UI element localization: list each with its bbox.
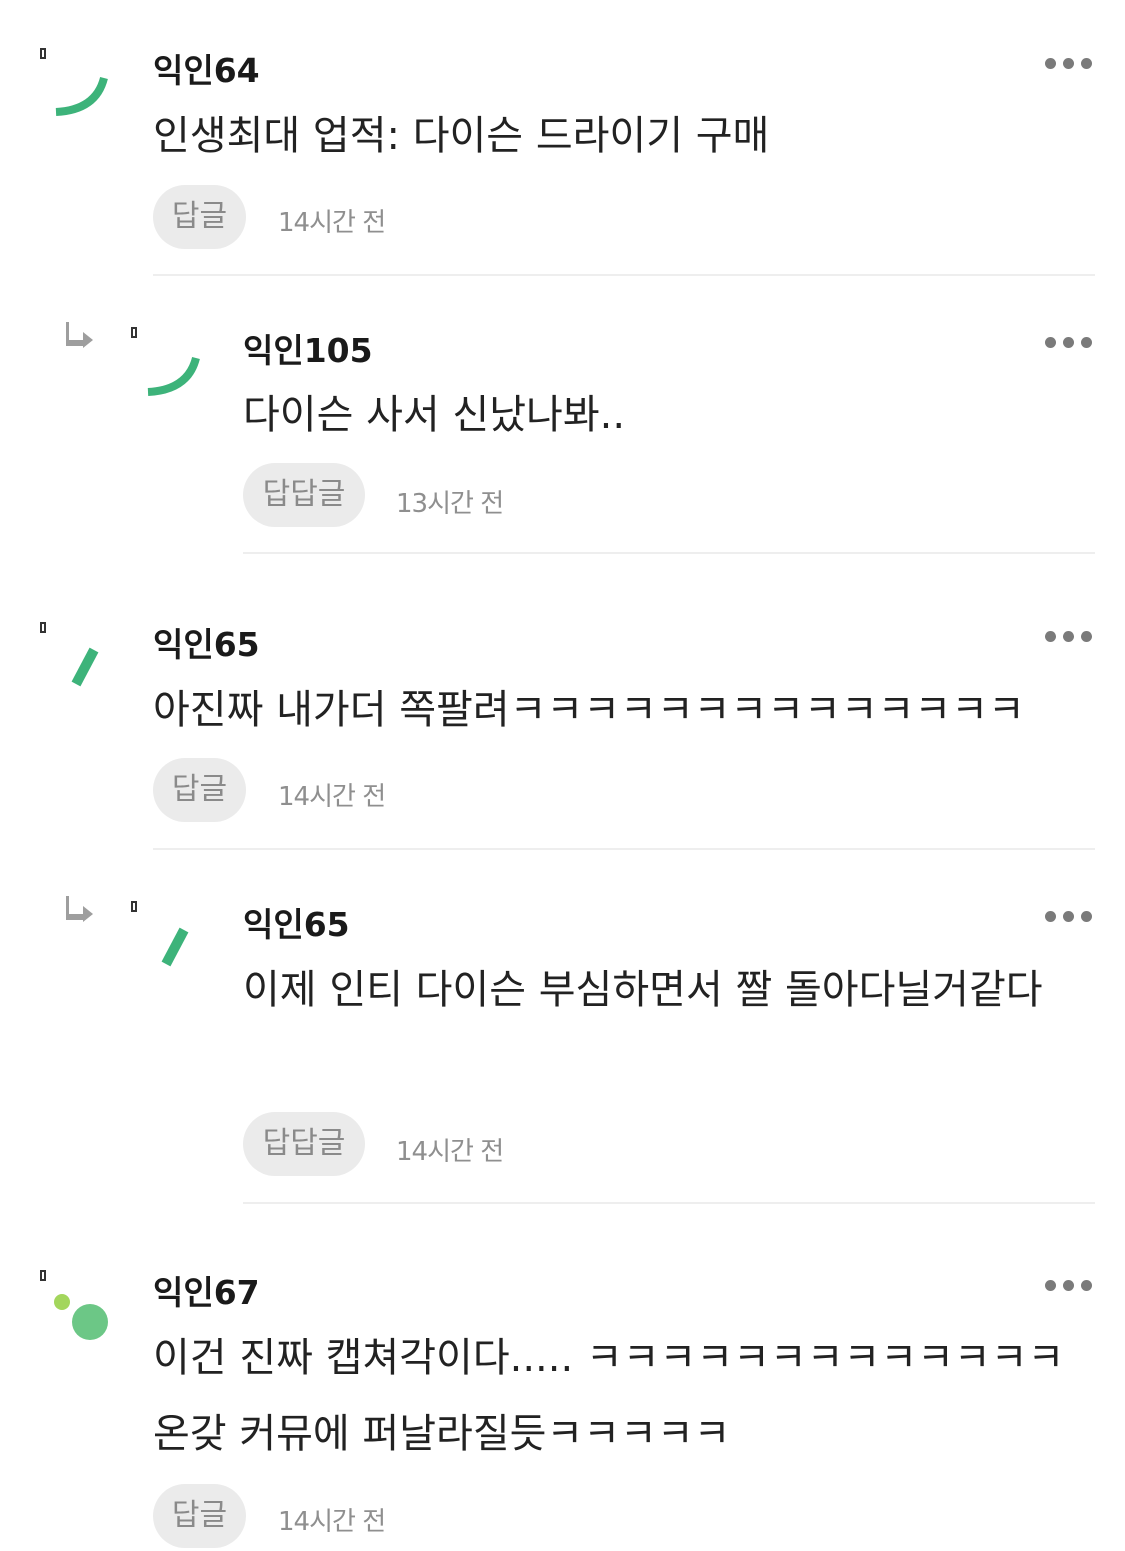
- reply-button[interactable]: 답글: [153, 758, 246, 822]
- avatar-marker: [40, 622, 46, 633]
- comment-timestamp: 14시간 전: [278, 1507, 386, 1537]
- avatar-marker: [131, 901, 137, 912]
- more-options-icon[interactable]: [1045, 1280, 1093, 1292]
- comment-author[interactable]: 익인105: [243, 324, 373, 372]
- comment-text: 다이슨 사서 신났나봐..: [243, 392, 626, 438]
- comment-text: 이건 진짜 캡쳐각이다..... ㅋㅋㅋㅋㅋㅋㅋㅋㅋㅋㅋㅋㅋ 온갖 커뮤에 퍼날…: [153, 1335, 1078, 1457]
- more-options-icon[interactable]: [1045, 58, 1093, 70]
- comment-timestamp: 14시간 전: [278, 782, 386, 812]
- comment-author[interactable]: 익인67: [153, 1266, 260, 1314]
- comment-timestamp: 14시간 전: [278, 208, 386, 238]
- more-options-icon[interactable]: [1045, 337, 1093, 349]
- comment-timestamp: 14시간 전: [396, 1137, 504, 1167]
- reply-item: 익인105 다이슨 사서 신났나봐.. 답답글 13시간 전: [0, 276, 1125, 556]
- comment-text: 인생최대 업적: 다이슨 드라이기 구매: [153, 113, 770, 159]
- more-options-icon[interactable]: [1045, 631, 1093, 643]
- avatar-marker: [131, 327, 137, 338]
- comment-author[interactable]: 익인65: [243, 898, 350, 946]
- reply-button[interactable]: 답답글: [243, 463, 365, 527]
- comment-author[interactable]: 익인64: [153, 44, 260, 92]
- comment-text: 이제 인티 다이슨 부심하면서 짤 돌아다닐거같다: [243, 967, 1043, 1013]
- green-slash-icon[interactable]: [60, 642, 130, 712]
- green-arc-icon[interactable]: [48, 66, 118, 136]
- reply-button[interactable]: 답글: [153, 1484, 246, 1548]
- divider: [243, 1202, 1095, 1204]
- comment-author[interactable]: 익인65: [153, 618, 260, 666]
- reply-arrow-icon: [66, 322, 93, 348]
- green-dots-icon[interactable]: [48, 1288, 118, 1358]
- divider: [243, 552, 1095, 554]
- comment-text: 아진짜 내가더 쪽팔려ㅋㅋㅋㅋㅋㅋㅋㅋㅋㅋㅋㅋㅋㅋ: [153, 687, 1025, 733]
- green-arc-icon[interactable]: [140, 346, 210, 416]
- reply-button[interactable]: 답글: [153, 185, 246, 249]
- reply-arrow-icon: [66, 896, 93, 922]
- comment-item: 익인65 아진짜 내가더 쪽팔려ㅋㅋㅋㅋㅋㅋㅋㅋㅋㅋㅋㅋㅋㅋ 답글 14시간 전: [0, 556, 1125, 850]
- comment-item: 익인64 인생최대 업적: 다이슨 드라이기 구매 답글 14시간 전: [0, 0, 1125, 276]
- avatar-marker: [40, 1270, 46, 1281]
- more-options-icon[interactable]: [1045, 911, 1093, 923]
- reply-button[interactable]: 답답글: [243, 1112, 365, 1176]
- reply-item: 익인65 이제 인티 다이슨 부심하면서 짤 돌아다닐거같다 답답글 14시간 …: [0, 850, 1125, 1206]
- comment-timestamp: 13시간 전: [396, 489, 504, 519]
- comment-item: 익인67 이건 진짜 캡쳐각이다..... ㅋㅋㅋㅋㅋㅋㅋㅋㅋㅋㅋㅋㅋ 온갖 커…: [0, 1206, 1125, 1551]
- avatar-marker: [40, 48, 46, 59]
- green-slash-icon[interactable]: [150, 922, 220, 992]
